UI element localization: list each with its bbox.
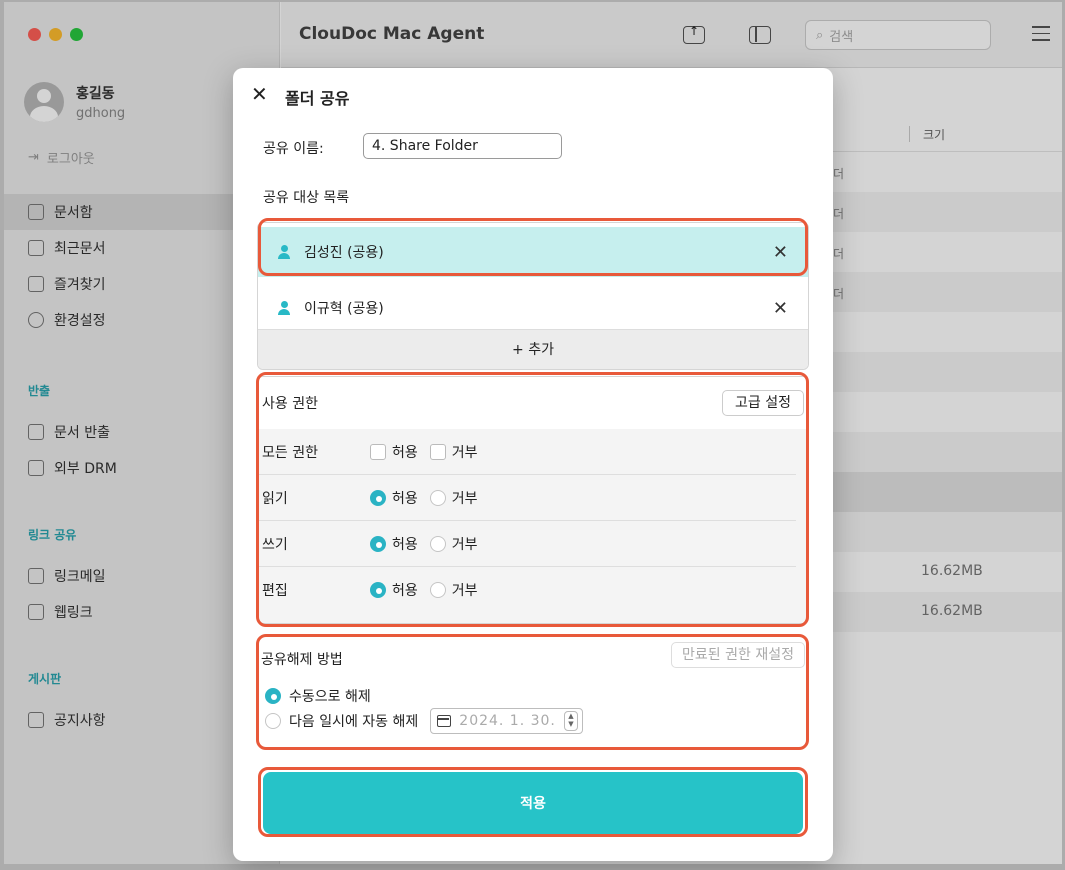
permissions-header: 사용 권한 [262, 396, 318, 412]
share-folder-dialog: ✕ 폴더 공유 공유 이름: 공유 대상 목록 김성진 (공용) ✕ 이규혁 (… [233, 68, 833, 861]
permission-row-read: 읽기 허용 거부 [258, 475, 796, 521]
edit-deny-radio[interactable]: 거부 [429, 580, 478, 600]
permission-row-write: 쓰기 허용 거부 [258, 521, 796, 567]
person-icon [278, 245, 290, 259]
targets-label: 공유 대상 목록 [263, 190, 350, 206]
advanced-settings-button[interactable]: 고급 설정 [722, 390, 804, 416]
edit-allow-radio[interactable]: 허용 [370, 580, 418, 600]
share-target-item[interactable]: 김성진 (공용) ✕ [258, 227, 808, 277]
share-name-input[interactable] [363, 133, 562, 159]
release-date-value: 2024. 1. 30. [459, 713, 556, 729]
permissions-panel: 사용 권한 고급 설정 모든 권한 허용 거부 읽기 허용 거부 쓰기 허용 거… [257, 376, 809, 624]
all-allow-checkbox[interactable]: 허용 [370, 442, 418, 462]
close-icon[interactable]: ✕ [251, 82, 268, 106]
share-target-list: 김성진 (공용) ✕ 이규혁 (공용) ✕ + 추가 [257, 222, 809, 370]
add-target-button[interactable]: + 추가 [258, 329, 808, 369]
release-method-panel: 공유해제 방법 만료된 권한 재설정 수동으로 해제 다음 일시에 자동 해제 … [257, 636, 809, 748]
read-allow-radio[interactable]: 허용 [370, 488, 418, 508]
remove-target-button[interactable]: ✕ [773, 298, 788, 319]
person-icon [278, 301, 290, 315]
all-deny-checkbox[interactable]: 거부 [429, 442, 478, 462]
date-stepper[interactable]: ▲ ▼ [563, 711, 578, 731]
apply-button[interactable]: 적용 [263, 772, 803, 834]
manual-release-radio[interactable]: 수동으로 해제 [265, 686, 371, 706]
dialog-title: 폴더 공유 [285, 89, 350, 108]
release-method-header: 공유해제 방법 [261, 652, 343, 668]
calendar-icon [437, 715, 452, 727]
write-allow-radio[interactable]: 허용 [370, 534, 418, 554]
target-name: 김성진 (공용) [304, 245, 384, 261]
share-target-item[interactable]: 이규혁 (공용) ✕ [258, 283, 808, 333]
release-date-picker[interactable]: 2024. 1. 30. ▲ ▼ [430, 708, 583, 734]
target-name: 이규혁 (공용) [304, 301, 384, 317]
remove-target-button[interactable]: ✕ [773, 242, 788, 263]
reset-expired-permissions-button[interactable]: 만료된 권한 재설정 [671, 642, 805, 668]
share-name-label: 공유 이름: [263, 141, 324, 157]
auto-release-radio[interactable]: 다음 일시에 자동 해제 2024. 1. 30. ▲ ▼ [265, 708, 583, 734]
read-deny-radio[interactable]: 거부 [429, 488, 478, 508]
permission-row-edit: 편집 허용 거부 [258, 567, 796, 613]
permission-row-all: 모든 권한 허용 거부 [258, 429, 796, 475]
write-deny-radio[interactable]: 거부 [429, 534, 478, 554]
